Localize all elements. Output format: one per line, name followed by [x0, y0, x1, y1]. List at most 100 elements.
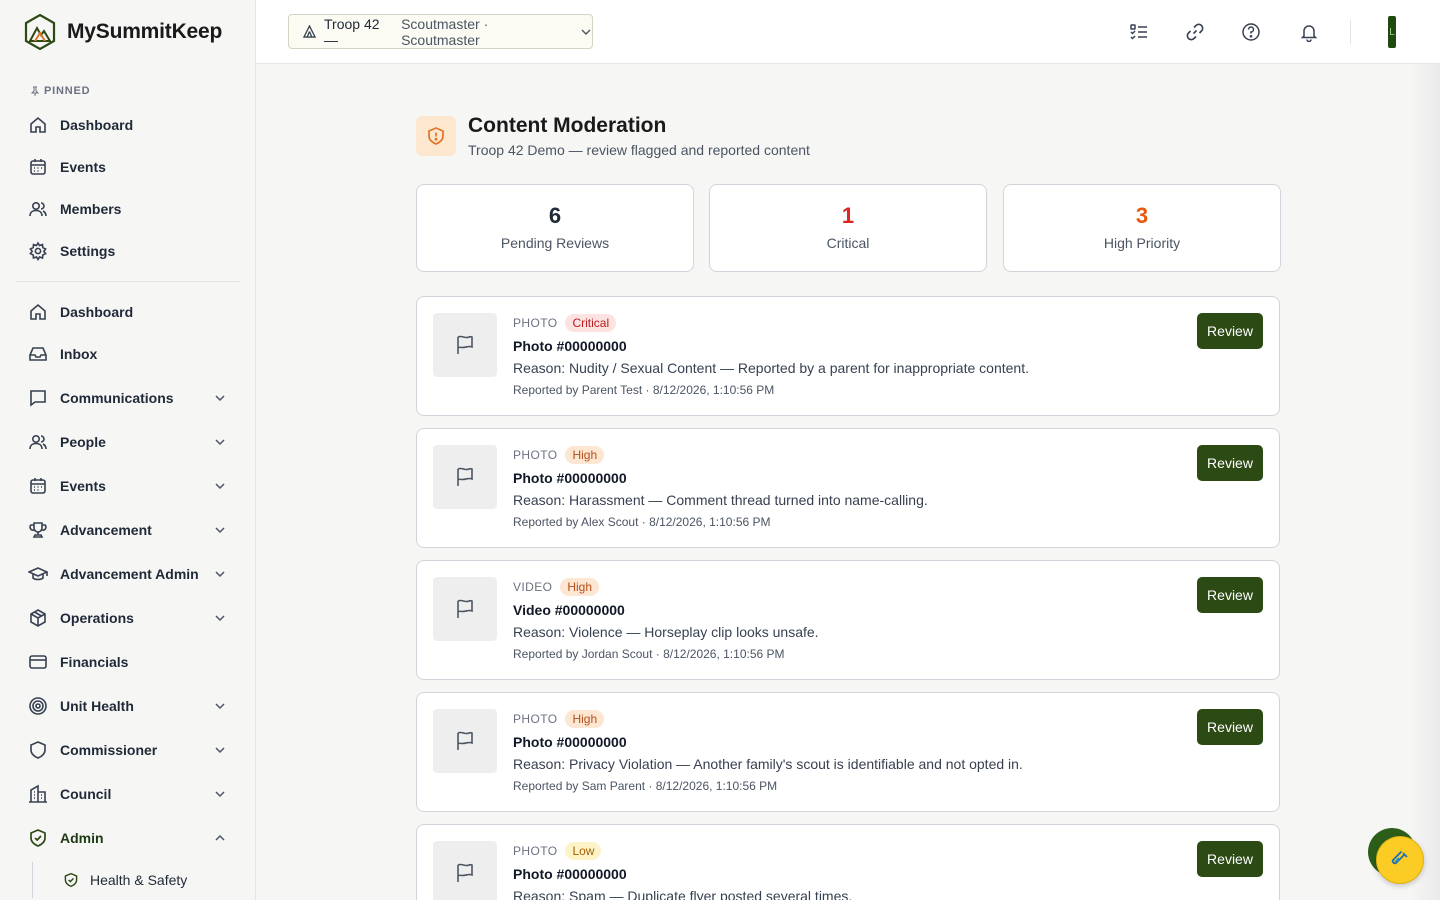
- flag-icon: [433, 445, 497, 509]
- sidebar-item-label: People: [60, 434, 106, 450]
- unit-name: Troop 42 —: [324, 15, 380, 48]
- report-title: Photo #00000000: [513, 734, 627, 750]
- page-title: Content Moderation: [468, 114, 667, 137]
- review-button[interactable]: Review: [1197, 577, 1263, 613]
- report-meta: Reported by Sam Parent · 8/12/2026, 1:10…: [513, 779, 778, 793]
- building-icon: [28, 784, 48, 804]
- bell-icon[interactable]: [1297, 20, 1321, 44]
- credit-card-icon: [28, 652, 48, 672]
- sidebar-item-label: Commissioner: [60, 742, 158, 758]
- test-tube-fab[interactable]: [1376, 836, 1424, 884]
- severity-badge: High: [565, 446, 605, 464]
- sidebar-item-financials[interactable]: Financials: [16, 642, 240, 682]
- chevron-down-icon: [212, 742, 228, 758]
- sidebar-divider: [16, 281, 240, 282]
- sidebar-item-advancement[interactable]: Advancement: [16, 510, 240, 550]
- severity-badge: High: [565, 710, 605, 728]
- flag-icon: [433, 577, 497, 641]
- sidebar-item-advancement-admin[interactable]: Advancement Admin: [16, 554, 240, 594]
- home-icon: [28, 115, 48, 135]
- sidebar-item-events[interactable]: Events: [16, 466, 240, 506]
- sidebar-item-council[interactable]: Council: [16, 774, 240, 814]
- sidebar-item-inbox[interactable]: Inbox: [16, 334, 240, 374]
- report-title: Photo #00000000: [513, 866, 627, 882]
- chevron-down-icon: [212, 566, 228, 582]
- report-reason: Reason: Spam — Duplicate flyer posted se…: [513, 888, 853, 900]
- report-meta: Reported by Parent Test · 8/12/2026, 1:1…: [513, 383, 775, 397]
- report-card: VIDEO High Video #00000000 Reason: Viole…: [416, 560, 1280, 680]
- sidebar-item-commissioner[interactable]: Commissioner: [16, 730, 240, 770]
- right-edge-shadow: [1410, 64, 1440, 900]
- chevron-down-icon: [212, 786, 228, 802]
- pinned-item-label: Dashboard: [60, 117, 134, 133]
- review-button[interactable]: Review: [1197, 709, 1263, 745]
- chevron-down-icon: [212, 434, 228, 450]
- graduation-cap-icon: [28, 564, 48, 584]
- sidebar-item-label: Financials: [60, 654, 129, 670]
- content-type: PHOTO: [513, 448, 558, 462]
- sidebar-item-label: Advancement Admin: [60, 566, 199, 582]
- sidebar-item-dashboard[interactable]: Dashboard: [16, 292, 240, 332]
- stat-label: Pending Reviews: [500, 235, 610, 251]
- checklist-icon[interactable]: [1127, 20, 1151, 44]
- help-icon[interactable]: [1239, 20, 1263, 44]
- chevron-down-icon: [212, 698, 228, 714]
- report-card: PHOTO High Photo #00000000 Reason: Priva…: [416, 692, 1280, 812]
- sidebar-item-operations[interactable]: Operations: [16, 598, 240, 638]
- pinned-section-header: PINNED: [0, 84, 255, 98]
- review-button[interactable]: Review: [1197, 841, 1263, 877]
- sidebar-item-label: Inbox: [60, 346, 98, 362]
- target-icon: [28, 696, 48, 716]
- unit-selector[interactable]: Troop 42 — Scoutmaster · Scoutmaster: [288, 14, 593, 49]
- sidebar-subitem-label: Health & Safety: [90, 872, 188, 888]
- sidebar-item-unit-health[interactable]: Unit Health: [16, 686, 240, 726]
- report-card: PHOTO Critical Photo #00000000 Reason: N…: [416, 296, 1280, 416]
- chevron-down-icon: [212, 522, 228, 538]
- page-subtitle: Troop 42 Demo — review flagged and repor…: [468, 142, 810, 158]
- sidebar-subitem-health-safety[interactable]: Health & Safety: [32, 862, 240, 898]
- brand[interactable]: MySummitKeep: [0, 0, 255, 64]
- review-button[interactable]: Review: [1197, 445, 1263, 481]
- sidebar-item-communications[interactable]: Communications: [16, 378, 240, 418]
- report-title: Photo #00000000: [513, 338, 627, 354]
- sidebar-item-label: Advancement: [60, 522, 152, 538]
- chevron-down-icon: [212, 610, 228, 626]
- home-icon: [28, 302, 48, 322]
- calendar-icon: [28, 476, 48, 496]
- report-card: PHOTO Low Photo #00000000 Reason: Spam —…: [416, 824, 1280, 900]
- sidebar-item-label: Admin: [60, 830, 104, 846]
- stat-label: Critical: [826, 235, 870, 251]
- sidebar-item-label: Unit Health: [60, 698, 134, 714]
- report-meta: Reported by Alex Scout · 8/12/2026, 1:10…: [513, 515, 771, 529]
- mountain-logo-icon: [24, 14, 56, 50]
- chevron-down-icon: [212, 478, 228, 494]
- pinned-item-label: Members: [60, 201, 122, 217]
- content-type: VIDEO: [513, 580, 553, 594]
- content-type: PHOTO: [513, 316, 558, 330]
- pinned-item-settings[interactable]: Settings: [16, 231, 240, 271]
- pinned-item-events[interactable]: Events: [16, 147, 240, 187]
- pinned-item-dashboard[interactable]: Dashboard: [16, 105, 240, 145]
- sidebar-item-label: Operations: [60, 610, 134, 626]
- flag-icon: [433, 313, 497, 377]
- pinned-label: PINNED: [44, 85, 91, 97]
- sidebar-item-people[interactable]: People: [16, 422, 240, 462]
- sidebar-item-label: Events: [60, 478, 106, 494]
- page-header: Content Moderation Troop 42 Demo — revie…: [416, 114, 810, 158]
- tent-icon: [303, 25, 316, 38]
- box-icon: [28, 608, 48, 628]
- users-icon: [28, 432, 48, 452]
- stat-card-high-priority: 3 High Priority: [1003, 184, 1281, 272]
- report-title: Photo #00000000: [513, 470, 627, 486]
- content-type: PHOTO: [513, 844, 558, 858]
- report-reason: Reason: Violence — Horseplay clip looks …: [513, 624, 819, 640]
- sidebar-item-admin[interactable]: Admin: [16, 818, 240, 858]
- sidebar-item-label: Council: [60, 786, 112, 802]
- shield-check-icon: [63, 872, 79, 888]
- avatar[interactable]: L: [1388, 16, 1396, 48]
- review-button[interactable]: Review: [1197, 313, 1263, 349]
- link-icon[interactable]: [1183, 20, 1207, 44]
- stat-card-pending: 6 Pending Reviews: [416, 184, 694, 272]
- report-meta: Reported by Jordan Scout · 8/12/2026, 1:…: [513, 647, 785, 661]
- pinned-item-members[interactable]: Members: [16, 189, 240, 229]
